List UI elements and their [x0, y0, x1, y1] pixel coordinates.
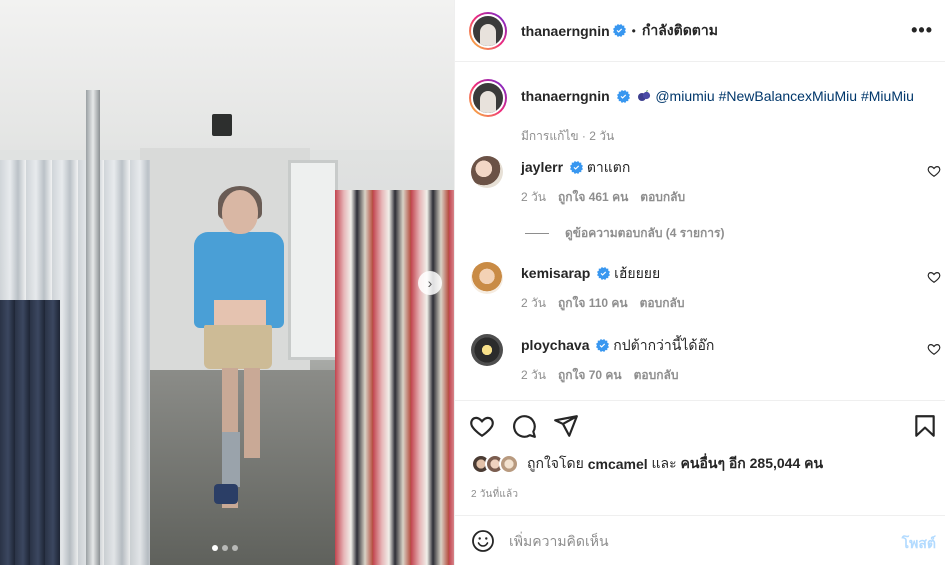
post-side-panel: thanaerngnin • กำลังติดตาม ••• thanaerng…: [454, 0, 945, 565]
verified-badge-icon: [612, 24, 626, 37]
post-caption: thanaerngnin @miumiu #NewBalancexMiuMiu …: [469, 79, 914, 146]
comment-body: kemisarap เฮ้ยยยย: [521, 263, 660, 285]
blueberry-emoji-icon: [638, 90, 651, 101]
comment-likes-count[interactable]: ถูกใจ 461 คน: [558, 188, 628, 207]
liker-username[interactable]: cmcamel: [588, 456, 648, 472]
view-replies-label: ดูข้อความตอบกลับ (4 รายการ): [565, 226, 725, 240]
author-avatar[interactable]: [469, 79, 507, 117]
photo-person-face: [222, 190, 258, 234]
hashtag-links[interactable]: #NewBalancexMiuMiu #MiuMiu: [719, 88, 914, 104]
comments-section[interactable]: thanaerngnin @miumiu #NewBalancexMiuMiu …: [455, 62, 945, 400]
commenter-avatar[interactable]: [471, 262, 503, 294]
reply-button[interactable]: ตอบกลับ: [640, 188, 685, 207]
photo-dark-clothes: [0, 300, 60, 565]
carousel-dot: [212, 545, 218, 551]
likes-summary[interactable]: ถูกใจโดย cmcamel และ คนอื่นๆ อีก 285,044…: [471, 453, 823, 475]
carousel-next-button[interactable]: ›: [418, 271, 442, 295]
verified-badge-icon: [616, 90, 630, 103]
heart-outline-icon[interactable]: [927, 270, 941, 284]
bookmark-icon[interactable]: [912, 413, 938, 439]
heart-outline-icon[interactable]: [927, 342, 941, 356]
liker-avatar: [499, 454, 519, 474]
caption-text: thanaerngnin @miumiu #NewBalancexMiuMiu …: [521, 79, 914, 105]
likes-others-count[interactable]: คนอื่นๆ อีก 285,044 คน: [681, 453, 824, 475]
comment-body: ploychava กปต้ากว่านี้ได้อ๊ก: [521, 335, 714, 357]
photo-person-shoe: [214, 484, 238, 504]
comment-meta: 2 วัน ถูกใจ 461 คน ตอบกลับ: [521, 188, 685, 207]
post-actions: ถูกใจโดย cmcamel และ คนอื่นๆ อีก 285,044…: [455, 400, 945, 515]
commenter-username[interactable]: ploychava: [521, 337, 589, 353]
comment-text: กปต้ากว่านี้ได้อ๊ก: [613, 337, 715, 353]
author-username[interactable]: thanaerngnin: [521, 23, 610, 39]
comment-meta: 2 วัน ถูกใจ 70 คน ตอบกลับ: [521, 366, 678, 385]
heart-outline-icon[interactable]: [927, 164, 941, 178]
photo-person-skirt: [204, 325, 272, 369]
commenter-avatar[interactable]: [471, 334, 503, 366]
carousel-dot: [232, 545, 238, 551]
comment-time: 2 วัน: [521, 368, 546, 382]
carousel-dot: [222, 545, 228, 551]
photo-clothes-rack-right: [335, 190, 454, 565]
verified-badge-icon: [597, 267, 611, 280]
comment-likes-count[interactable]: ถูกใจ 70 คน: [558, 366, 622, 385]
more-options-icon[interactable]: •••: [911, 20, 933, 41]
header-separator: •: [631, 23, 636, 38]
view-replies-button[interactable]: ดูข้อความตอบกลับ (4 รายการ): [525, 224, 724, 243]
like-heart-icon[interactable]: [469, 413, 495, 439]
mention-link[interactable]: @miumiu: [655, 88, 714, 104]
photo-person-midriff: [214, 300, 266, 328]
comment-bubble-icon[interactable]: [511, 413, 537, 439]
commenter-avatar[interactable]: [471, 156, 503, 188]
likes-prefix: ถูกใจโดย: [527, 455, 584, 471]
following-button[interactable]: กำลังติดตาม: [642, 20, 718, 42]
verified-badge-icon: [596, 339, 610, 352]
post-timestamp[interactable]: 2 วันที่แล้ว: [471, 487, 518, 502]
author-avatar[interactable]: [469, 11, 507, 50]
commenter-username[interactable]: kemisarap: [521, 265, 590, 281]
comment-time: 2 วัน: [521, 296, 546, 310]
chevron-right-icon: ›: [427, 275, 433, 291]
photo-person-leg: [244, 368, 260, 458]
share-paper-plane-icon[interactable]: [553, 413, 579, 439]
commenter-username[interactable]: jaylerr: [521, 159, 563, 175]
emoji-smiley-icon[interactable]: [471, 529, 495, 553]
comment-body: jaylerr ตาแตก: [521, 157, 630, 179]
replies-divider: [525, 233, 549, 234]
reply-button[interactable]: ตอบกลับ: [634, 366, 679, 385]
caption-meta: มีการแก้ไข · 2 วัน: [521, 129, 615, 143]
comment-likes-count[interactable]: ถูกใจ 110 คน: [558, 294, 628, 313]
post-comment-button[interactable]: โพสต์: [902, 533, 936, 555]
verified-badge-icon: [569, 161, 583, 174]
photo-rack-pole: [86, 90, 100, 565]
add-comment-input[interactable]: [509, 528, 879, 554]
comment-text: ตาแตก: [586, 159, 631, 175]
action-icons: [469, 413, 579, 439]
comment-time: 2 วัน: [521, 190, 546, 204]
reply-button[interactable]: ตอบกลับ: [640, 294, 685, 313]
comment-meta: 2 วัน ถูกใจ 110 คน ตอบกลับ: [521, 294, 685, 313]
comment-text: เฮ้ยยยย: [614, 265, 661, 281]
liker-avatars: [471, 454, 519, 474]
comment-composer: โพสต์: [455, 515, 945, 565]
caption-username[interactable]: thanaerngnin: [521, 88, 610, 104]
photo-person-sock: [222, 432, 240, 487]
photo-mirror: [288, 160, 338, 360]
post-header: thanaerngnin • กำลังติดตาม •••: [455, 0, 945, 62]
photo-ceiling-lamp: [212, 114, 232, 136]
post-photo[interactable]: ›: [0, 0, 454, 565]
carousel-dots: [212, 545, 238, 551]
likes-and: และ: [651, 455, 677, 471]
